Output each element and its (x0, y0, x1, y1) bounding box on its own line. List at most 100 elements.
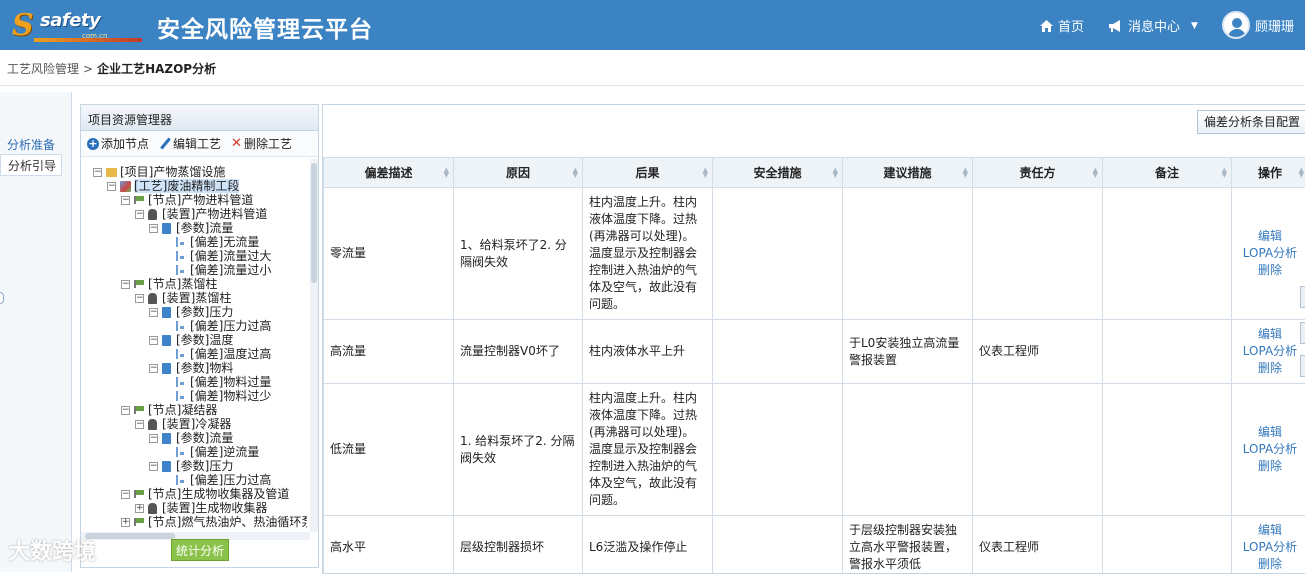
nav-messages[interactable]: 消息中心 ▼ (1109, 16, 1198, 35)
column-header[interactable]: 责任方 ▲ ▼ (972, 157, 1103, 188)
column-header-label: 操作 (1257, 166, 1282, 180)
tree-item[interactable]: − [装置]冷凝器 (81, 417, 307, 431)
sort-icon[interactable]: ▲ ▼ (444, 167, 449, 179)
tree-item[interactable]: − [节点]凝结器 (81, 403, 307, 417)
tree-item[interactable]: [偏差]温度过高 (81, 347, 307, 361)
collapse-toggle-icon[interactable]: − (149, 462, 158, 471)
tree-vertical-scrollbar[interactable] (310, 159, 318, 532)
tab-analysis-guide[interactable]: 分析引导 (0, 154, 62, 176)
column-header[interactable]: 操作 ▲ ▼ (1231, 157, 1305, 188)
edit-link[interactable]: 编辑 (1238, 326, 1302, 343)
cell-consequence: 柱内温度上升。柱内液体温度下降。过热(再沸器可以处理)。温度显示及控制器会控制进… (582, 383, 713, 516)
sort-icon[interactable]: ▲ ▼ (1222, 167, 1227, 179)
collapse-toggle-icon[interactable]: − (121, 196, 130, 205)
tree-item[interactable]: [偏差]压力过高 (81, 473, 307, 487)
tree-item[interactable]: − [参数]流量 (81, 221, 307, 235)
edit-link[interactable]: 编辑 (1238, 522, 1302, 539)
delete-link[interactable]: 删除 (1238, 556, 1302, 573)
tree-item[interactable]: + [节点]燃气热油炉、热油循环泵 (81, 515, 307, 529)
column-header[interactable]: 原因 ▲ ▼ (453, 157, 583, 188)
tree-item[interactable]: − [装置]产物进料管道 (81, 207, 307, 221)
edit-process-button[interactable]: 编辑工艺 (159, 135, 221, 152)
right-edge-tab[interactable] (1300, 355, 1305, 377)
collapse-toggle-icon[interactable]: − (135, 210, 144, 219)
tree-item[interactable]: − [工艺]废油精制工段 (81, 179, 307, 193)
delete-link[interactable]: 删除 (1238, 458, 1302, 475)
right-edge-tab[interactable] (1300, 286, 1305, 308)
tree-item[interactable]: [偏差]流量过小 (81, 263, 307, 277)
tree-item[interactable]: − [节点]蒸馏柱 (81, 277, 307, 291)
collapse-toggle-icon[interactable]: − (121, 490, 130, 499)
sort-icon[interactable]: ▲ ▼ (833, 167, 838, 179)
tree-item[interactable]: − [参数]物料 (81, 361, 307, 375)
sort-icon[interactable]: ▲ ▼ (963, 167, 968, 179)
table-row[interactable]: 低流量 1. 给料泵坏了2. 分隔阀失效 柱内温度上升。柱内液体温度下降。过热(再沸… (323, 383, 1305, 516)
sort-icon[interactable]: ▲ ▼ (1299, 167, 1304, 179)
sort-icon[interactable]: ▲ ▼ (573, 167, 578, 179)
table-row[interactable]: 高流量 流量控制器V0坏了 柱内液体水平上升 于L0安装独立高流量警报装置 仪表工程师 编… (323, 319, 1305, 384)
tree-item[interactable]: + [装置]生成物收集器 (81, 501, 307, 515)
column-header[interactable]: 后果 ▲ ▼ (582, 157, 713, 188)
nav-home[interactable]: 首页 (1040, 16, 1084, 35)
tree-item[interactable]: [偏差]物料过量 (81, 375, 307, 389)
tree-item[interactable]: − [参数]温度 (81, 333, 307, 347)
edit-link[interactable]: 编辑 (1238, 228, 1302, 245)
cell-operations: 编辑 LOPA分析 删除 (1231, 187, 1305, 320)
column-header[interactable]: 建议措施 ▲ ▼ (842, 157, 973, 188)
collapse-toggle-icon[interactable]: − (121, 280, 130, 289)
delete-process-button[interactable]: ✕ 删除工艺 (231, 135, 292, 152)
table-row[interactable]: 零流量 1、给料泵坏了2. 分隔阀失效 柱内温度上升。柱内液体温度下降。过热(再沸器… (323, 187, 1305, 320)
tree-item[interactable]: − [参数]流量 (81, 431, 307, 445)
expand-toggle-icon[interactable]: + (121, 518, 130, 527)
column-header-label: 建议措施 (883, 166, 932, 180)
column-header[interactable]: 备注 ▲ ▼ (1102, 157, 1232, 188)
column-header[interactable]: 偏差描述 ▲ ▼ (323, 157, 454, 188)
edit-link[interactable]: 编辑 (1238, 424, 1302, 441)
device-icon (148, 503, 157, 514)
tree-item[interactable]: [偏差]流量过大 (81, 249, 307, 263)
collapse-toggle-icon[interactable]: − (107, 182, 116, 191)
collapse-toggle-icon[interactable]: − (149, 364, 158, 373)
tree-item[interactable]: − [参数]压力 (81, 459, 307, 473)
column-header[interactable]: 安全措施 ▲ ▼ (712, 157, 843, 188)
tree-item[interactable]: [偏差]无流量 (81, 235, 307, 249)
lopa-analysis-link[interactable]: LOPA分析 (1238, 441, 1302, 458)
tree-item-label: [参数]压力 (176, 459, 234, 473)
tab-analysis-prepare[interactable]: 分析准备 (0, 134, 62, 156)
tree-item[interactable]: − [参数]压力 (81, 305, 307, 319)
sort-icon[interactable]: ▲ ▼ (1093, 167, 1098, 179)
breadcrumb-parent[interactable]: 工艺风险管理 (7, 62, 79, 76)
tree-item[interactable]: [偏差]物料过少 (81, 389, 307, 403)
collapse-toggle-icon[interactable]: − (121, 406, 130, 415)
collapse-handle[interactable] (0, 292, 4, 304)
expand-toggle-icon[interactable]: + (135, 504, 144, 513)
cell-consequence: 柱内温度上升。柱内液体温度下降。过热(再沸器可以处理)。温度显示及控制器会控制进… (582, 187, 713, 320)
collapse-toggle-icon[interactable]: − (149, 434, 158, 443)
safety-logo[interactable]: S safety com.cn (12, 6, 142, 44)
collapse-toggle-icon[interactable]: − (149, 224, 158, 233)
table-row[interactable]: 高水平 层级控制器损坏 L6泛滥及操作停止 于层级控制器安装独立高水平警报装置，警报水… (323, 515, 1305, 573)
tree-item[interactable]: [偏差]压力过高 (81, 319, 307, 333)
tree-item[interactable]: − [节点]产物进料管道 (81, 193, 307, 207)
sort-icon[interactable]: ▲ ▼ (703, 167, 708, 179)
tree-item[interactable]: − [装置]蒸馏柱 (81, 291, 307, 305)
lopa-analysis-link[interactable]: LOPA分析 (1238, 245, 1302, 262)
collapse-toggle-icon[interactable]: − (149, 336, 158, 345)
collapse-toggle-icon[interactable]: − (135, 294, 144, 303)
user-menu[interactable]: 顾珊珊 (1222, 11, 1294, 39)
collapse-toggle-icon[interactable]: − (135, 420, 144, 429)
right-edge-tab[interactable] (1300, 322, 1305, 344)
deviation-config-button[interactable]: 偏差分析条目配置 (1196, 110, 1305, 134)
add-node-button[interactable]: + 添加节点 (87, 135, 149, 152)
delete-link[interactable]: 删除 (1238, 360, 1302, 377)
lopa-analysis-link[interactable]: LOPA分析 (1238, 539, 1302, 556)
tree-item[interactable]: − [节点]生成物收集器及管道 (81, 487, 307, 501)
delete-link[interactable]: 删除 (1238, 262, 1302, 279)
tree-item[interactable]: − [项目]产物蒸馏设施 (81, 165, 307, 179)
collapse-toggle-icon[interactable]: − (149, 308, 158, 317)
tree-item[interactable]: [偏差]逆流量 (81, 445, 307, 459)
statistics-button[interactable]: 统计分析 (171, 539, 229, 561)
lopa-analysis-link[interactable]: LOPA分析 (1238, 343, 1302, 360)
cell-safety (712, 383, 843, 516)
collapse-toggle-icon[interactable]: − (93, 168, 102, 177)
